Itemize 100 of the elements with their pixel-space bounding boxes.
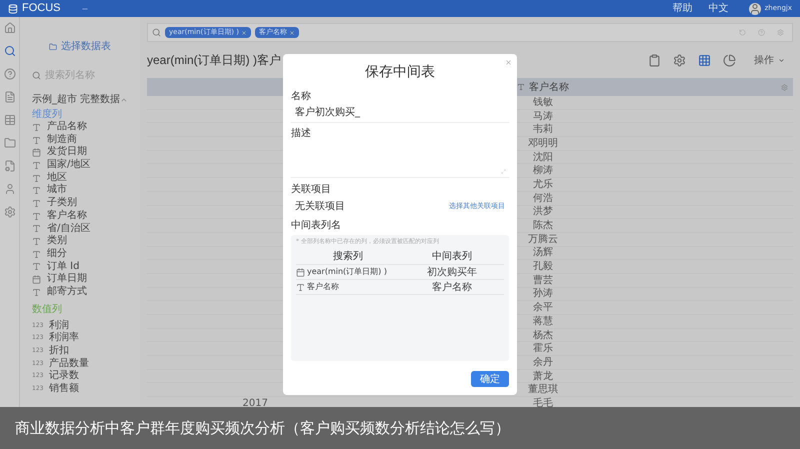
column-item[interactable]: 国家/地区 [32,159,128,172]
source-column: 客户名称 [307,281,339,293]
target-column: 客户名称 [432,280,472,294]
folder-icon [49,42,57,50]
home-icon[interactable] [4,22,16,34]
caption-text: 商业数据分析中客户群年度购买频次分析（客户购买频数分析结论怎么写） [15,418,510,439]
table-cell-text: 孙涛 [533,287,553,302]
project-value: 无关联项目 [295,200,345,214]
table-cell-text: 蒋慧 [533,314,553,329]
text-type-icon [32,250,41,259]
table-cell-text: 曹芸 [533,274,553,288]
actions-dropdown[interactable]: 操作 [754,52,785,68]
field-label: 中间表列名 [291,220,342,232]
table-cell-text: 陈杰 [533,218,553,234]
table-cell-text: 万腾云 [528,232,558,246]
text-type-icon [32,122,41,132]
search-icon[interactable] [4,45,16,57]
column-item[interactable]: 细分 [32,248,128,261]
clipboard-icon[interactable] [648,54,661,66]
confirm-button[interactable]: 确定 [471,371,509,387]
help-icon[interactable] [758,29,765,36]
text-type-icon [32,224,41,234]
top-link[interactable]: 中文 [708,1,729,16]
table-cell-text: 邓明明 [528,136,558,151]
text-type-icon [32,160,41,170]
table-icon[interactable] [4,114,16,126]
file-icon[interactable] [4,160,16,172]
help-icon[interactable] [4,68,16,80]
column-item[interactable]: 省/自治区 [32,222,128,236]
table-cell-text: 毛毛 [533,396,553,411]
table-cell-text: 柳涛 [533,164,553,178]
table-cell-text: 钱敏 [533,96,553,110]
table-cell-text: 马涛 [533,110,553,124]
column-item[interactable]: 类别 [32,235,128,248]
source-column: year(min(订单日期) ) [307,266,387,278]
settings-icon[interactable] [673,54,686,66]
section-title: 维度列 [32,108,63,120]
column-item[interactable]: 产品名称 [32,121,128,134]
close-icon[interactable] [505,59,512,66]
text-type-icon [32,174,41,183]
search-icon [32,71,41,80]
name-input[interactable]: 客户初次购买_ [291,103,509,123]
caret-icon [778,56,785,64]
table-cell-text: 孔毅 [533,260,553,274]
table-cell-text: 余丹 [533,356,553,370]
undo-icon[interactable] [739,29,746,36]
top-link[interactable]: 帮助 [672,1,693,16]
column-item[interactable]: 制造商 [32,134,128,146]
table-cell-text: 汤辉 [533,246,553,260]
target-column: 初次购买年 [427,264,477,280]
table-cell-text: 霍乐 [533,342,553,356]
column-item[interactable]: 地区 [32,172,128,184]
table-cell-text: 何浩 [533,192,553,206]
column-header[interactable]: 客户名称 [529,80,569,94]
user-icon[interactable] [4,183,16,195]
search-icon [152,28,161,37]
section-title: 数值列 [32,302,63,316]
column-item[interactable]: 客户名称 [32,210,128,222]
table-cell-text: 尤乐 [533,178,553,192]
mapping-header: 中间表列 [432,250,472,264]
text-type-icon [32,237,41,246]
calendar-icon [32,275,41,284]
document-icon[interactable] [4,91,16,103]
logo: FOCUS [22,1,60,16]
table-cell-text: 韦莉 [533,122,553,138]
table-cell-text: 杨杰 [533,328,553,342]
text-type-icon [32,288,41,297]
folder-icon[interactable] [4,137,16,149]
text-type-icon [32,136,41,145]
column-item[interactable]: 城市 [32,184,128,198]
table-cell-text: 沈阳 [533,150,553,164]
dialog-title: 保存中间表 [365,63,435,82]
column-item[interactable]: 子类别 [32,197,128,210]
resize-icon[interactable] [501,169,506,174]
column-item[interactable]: 邮寄方式 [32,286,128,299]
table-icon[interactable] [698,54,711,66]
text-type-icon [32,198,41,208]
pie-chart-icon[interactable] [723,54,736,66]
dataset-name[interactable]: 示例_超市 完整数据 [32,92,120,107]
page-title: year(min(订单日期) )客户 [147,52,281,69]
column-item[interactable]: 发货日期 [32,146,128,160]
mapping-header: 搜索列 [333,250,363,264]
text-type-icon [32,186,41,196]
text-type-icon [517,83,525,91]
column-settings-icon[interactable] [781,84,788,90]
settings-icon[interactable] [777,29,784,36]
column-item[interactable]: 订单日期 [32,273,128,286]
settings-icon[interactable] [4,206,16,218]
table-cell-text: 洪梦 [533,204,553,220]
caret-icon[interactable] [120,96,128,104]
table-cell-text: 2017 [242,396,268,411]
table-cell-text: 余平 [533,301,553,316]
field-label: 关联项目 [291,184,332,196]
text-type-icon [32,212,41,221]
calendar-icon [32,148,41,158]
select-table-button[interactable]: 选择数据表 [49,39,111,54]
column-item[interactable]: 订单 Id [32,260,128,274]
avatar-icon[interactable] [748,2,761,14]
field-label: 名称 [291,91,312,103]
logo-icon [8,4,18,14]
